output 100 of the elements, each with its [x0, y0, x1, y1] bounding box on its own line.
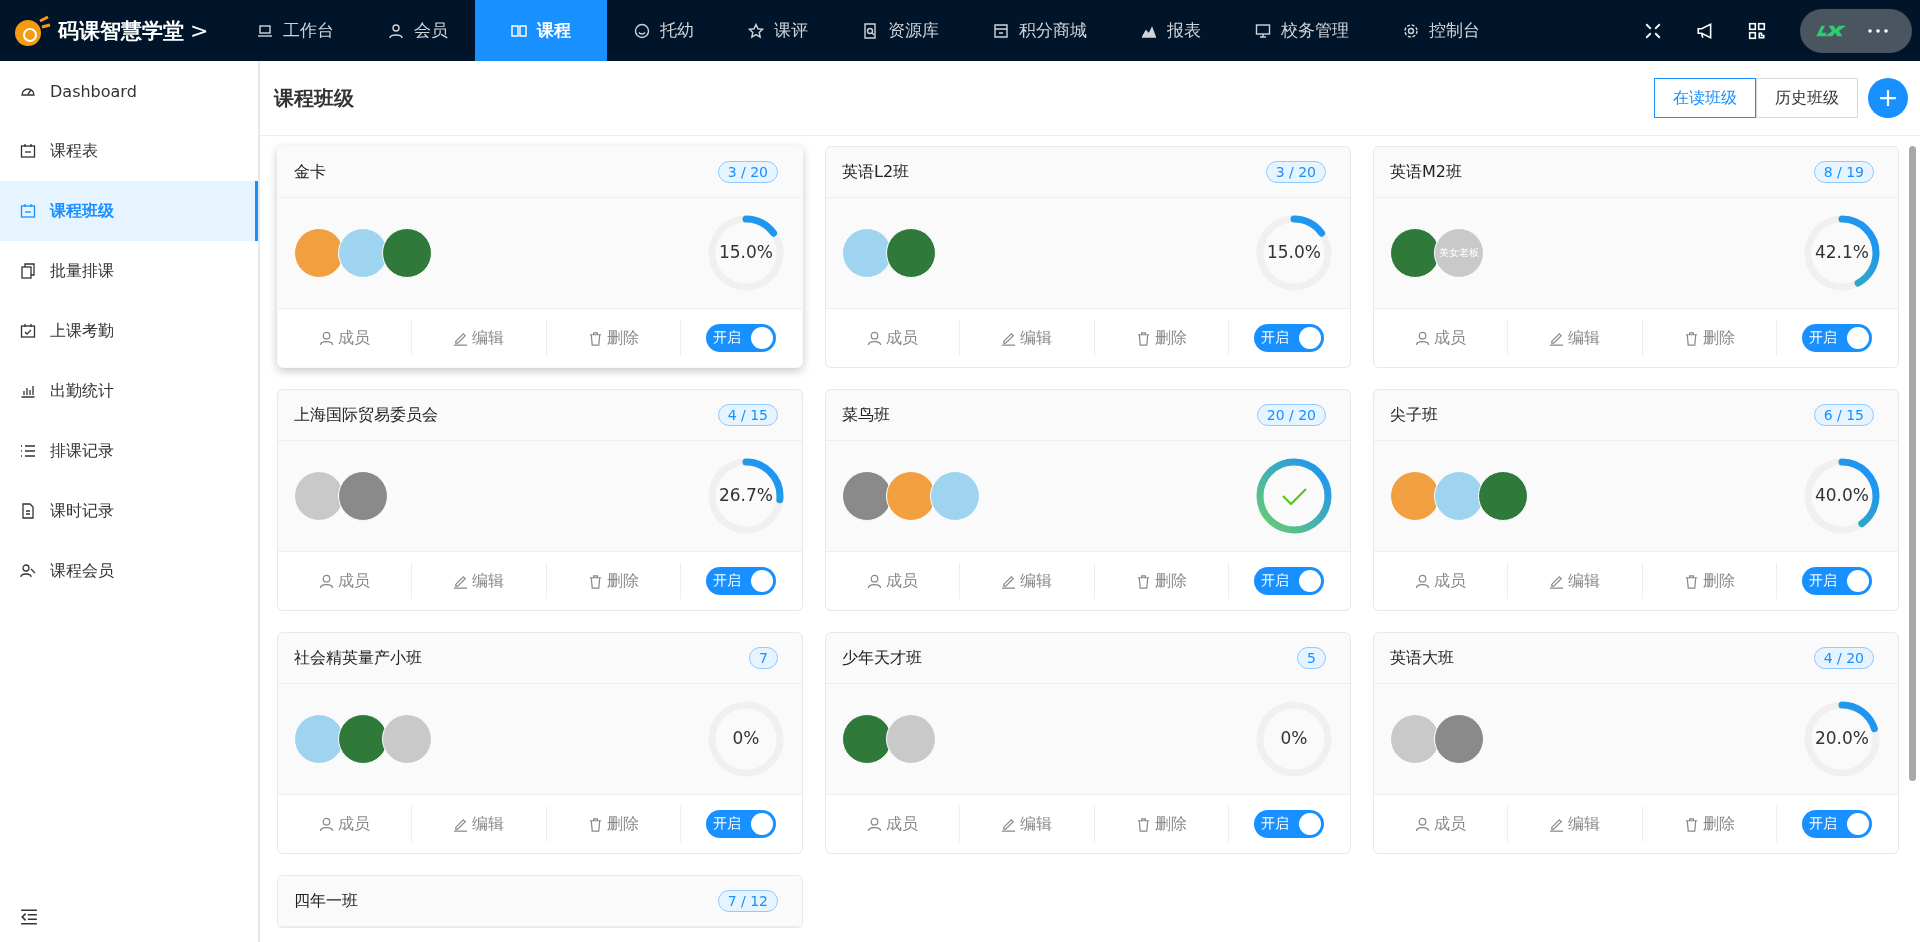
members-button[interactable]: 成员: [826, 806, 961, 842]
edit-button[interactable]: 编辑: [1508, 320, 1643, 356]
nav-tab[interactable]: 控制台: [1376, 0, 1508, 61]
member-count-badge: 3 / 20: [717, 161, 778, 183]
member-count-badge: 4 / 15: [717, 404, 778, 426]
class-filter-tab[interactable]: 历史班级: [1756, 78, 1858, 118]
nav-tab[interactable]: 报表: [1114, 0, 1229, 61]
toggle-switch[interactable]: 开启: [1254, 567, 1325, 595]
user-icon: [388, 22, 405, 39]
delete-button[interactable]: 删除: [1642, 806, 1777, 842]
trash-icon: [587, 573, 603, 589]
calendar-icon: [20, 143, 36, 159]
members-button[interactable]: 成员: [1374, 563, 1509, 599]
nav-tab[interactable]: 积分商城: [966, 0, 1115, 61]
qr-code-icon[interactable]: [1748, 21, 1766, 40]
delete-button[interactable]: 删除: [546, 320, 681, 356]
toggle-switch[interactable]: 开启: [706, 810, 777, 838]
avatar-photo-placeholder: [382, 228, 432, 278]
sidebar-item[interactable]: Dashboard: [0, 61, 258, 121]
delete-button[interactable]: 删除: [1642, 563, 1777, 599]
pencil-icon: [1001, 573, 1017, 589]
avatar-photo-placeholder: [842, 714, 892, 764]
brand-name[interactable]: 码课智慧学堂: [58, 16, 184, 45]
delete-button[interactable]: 删除: [1094, 563, 1229, 599]
delete-button[interactable]: 删除: [546, 806, 681, 842]
nav-tab[interactable]: 资源库: [835, 0, 967, 61]
progress-percent: 20.0%: [1814, 728, 1870, 748]
sidebar-item[interactable]: 排课记录: [0, 421, 258, 481]
edit-button[interactable]: 编辑: [1508, 806, 1643, 842]
toggle-switch[interactable]: 开启: [1254, 810, 1325, 838]
class-card[interactable]: 英语L2班 3 / 20 15.0% 成员 编辑 删除 开启: [825, 146, 1351, 368]
members-button[interactable]: 成员: [1374, 806, 1509, 842]
toggle-switch[interactable]: 开启: [1802, 567, 1873, 595]
members-button[interactable]: 成员: [826, 563, 961, 599]
nav-tab[interactable]: 课程: [475, 0, 608, 61]
edit-button[interactable]: 编辑: [960, 320, 1095, 356]
delete-button[interactable]: 删除: [546, 563, 681, 599]
fullscreen-icon[interactable]: [1644, 21, 1662, 40]
collapse-menu-icon[interactable]: [20, 908, 38, 926]
edit-button[interactable]: 编辑: [1508, 563, 1643, 599]
calendar-check-icon: [20, 323, 36, 339]
edit-button[interactable]: 编辑: [412, 563, 547, 599]
brand-caret[interactable]: >: [190, 18, 209, 43]
member-count-badge: 7 / 12: [717, 890, 778, 912]
edit-button[interactable]: 编辑: [412, 806, 547, 842]
member-count-badge: 20 / 20: [1256, 404, 1326, 426]
sidebar-item[interactable]: 上课考勤: [0, 301, 258, 361]
members-button[interactable]: 成员: [278, 806, 413, 842]
members-button[interactable]: 成员: [826, 320, 961, 356]
class-name: 英语L2班: [842, 161, 910, 183]
toggle-switch[interactable]: 开启: [706, 324, 777, 352]
megaphone-icon[interactable]: [1696, 21, 1714, 40]
avatar-photo-placeholder: [930, 471, 980, 521]
nav-tab[interactable]: 托幼: [607, 0, 722, 61]
toggle-switch[interactable]: 开启: [1802, 810, 1873, 838]
class-card[interactable]: 英语大班 4 / 20 20.0% 成员 编辑 删除 开启: [1373, 632, 1899, 854]
edit-button[interactable]: 编辑: [960, 563, 1095, 599]
star-icon: [748, 22, 765, 39]
sidebar-item[interactable]: 出勤统计: [0, 361, 258, 421]
members-button[interactable]: 成员: [278, 320, 413, 356]
toggle-switch[interactable]: 开启: [1254, 324, 1325, 352]
add-button[interactable]: [1868, 78, 1908, 118]
toggle-switch[interactable]: 开启: [706, 567, 777, 595]
trash-icon: [1135, 816, 1151, 832]
trash-icon: [1135, 573, 1151, 589]
edit-button[interactable]: 编辑: [412, 320, 547, 356]
scrollbar[interactable]: [1909, 146, 1916, 781]
nav-tab[interactable]: 会员: [361, 0, 476, 61]
class-card[interactable]: 尖子班 6 / 15 40.0% 成员 编辑 删除 开启: [1373, 389, 1899, 611]
class-card[interactable]: 少年天才班 5 0% 成员 编辑 删除 开启: [825, 632, 1351, 854]
more-icon[interactable]: [1868, 28, 1888, 33]
nav-tab[interactable]: 校务管理: [1228, 0, 1377, 61]
delete-button[interactable]: 删除: [1094, 806, 1229, 842]
class-name: 尖子班: [1390, 404, 1438, 426]
nav-tab[interactable]: 工作台: [230, 0, 362, 61]
trash-icon: [587, 330, 603, 346]
class-card[interactable]: 上海国际贸易委员会 4 / 15 26.7% 成员 编辑 删除 开启: [277, 389, 803, 611]
user-menu[interactable]: [1800, 8, 1912, 53]
sidebar-item[interactable]: 课程班级: [0, 181, 258, 241]
class-filter-tab[interactable]: 在读班级: [1654, 78, 1756, 118]
sidebar-item[interactable]: 课程会员: [0, 541, 258, 601]
monitor-icon: [1255, 22, 1272, 39]
nav-tab[interactable]: 课评: [721, 0, 836, 61]
pencil-icon: [1549, 573, 1565, 589]
progress-percent: 15.0%: [1266, 242, 1322, 262]
class-card[interactable]: 菜鸟班 20 / 20 成员 编辑 删除 开启: [825, 389, 1351, 611]
delete-button[interactable]: 删除: [1094, 320, 1229, 356]
members-button[interactable]: 成员: [1374, 320, 1509, 356]
members-button[interactable]: 成员: [278, 563, 413, 599]
edit-button[interactable]: 编辑: [960, 806, 1095, 842]
toggle-switch[interactable]: 开启: [1802, 324, 1873, 352]
class-card[interactable]: 四年一班 7 / 12: [277, 875, 803, 928]
sidebar-item[interactable]: 课时记录: [0, 481, 258, 541]
document-search-icon: [862, 22, 879, 39]
delete-button[interactable]: 删除: [1642, 320, 1777, 356]
class-name: 上海国际贸易委员会: [294, 404, 438, 426]
class-card[interactable]: 社会精英量产小班 7 0% 成员 编辑 删除 开启: [277, 632, 803, 854]
sidebar-item[interactable]: 批量排课: [0, 241, 258, 301]
sidebar-item[interactable]: 课程表: [0, 121, 258, 181]
class-card[interactable]: 金卡 3 / 20 15.0% 成员 编辑 删除 开启: [277, 146, 803, 368]
